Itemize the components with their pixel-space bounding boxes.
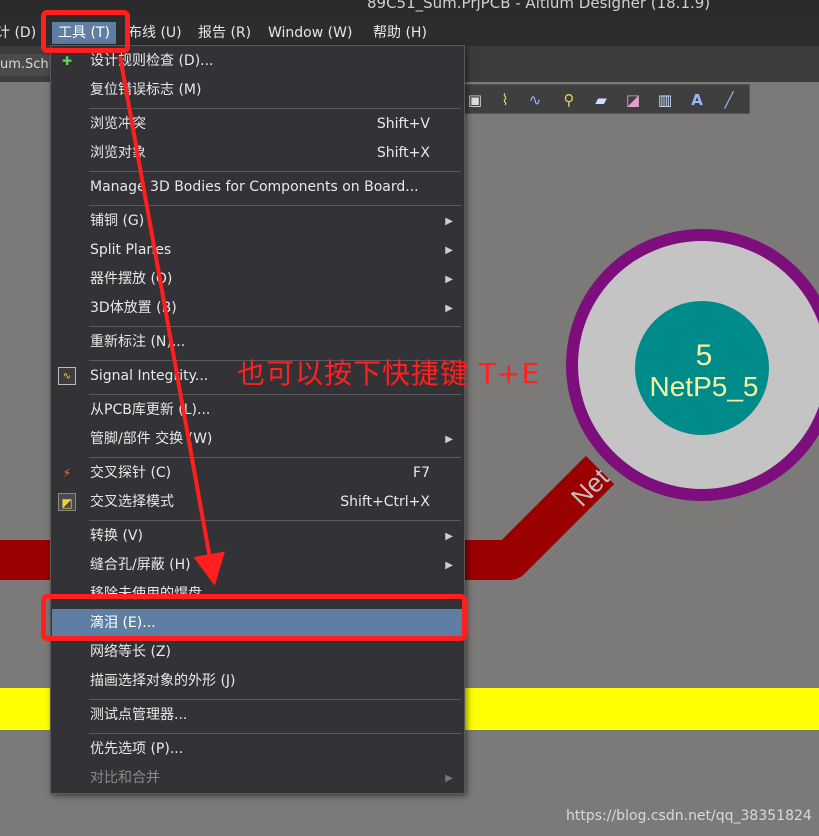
watermark: https://blog.csdn.net/qq_38351824 — [566, 808, 812, 824]
annotation-text: 也可以按下快捷键 T+E — [237, 357, 541, 390]
annotation-arrow — [118, 55, 225, 586]
